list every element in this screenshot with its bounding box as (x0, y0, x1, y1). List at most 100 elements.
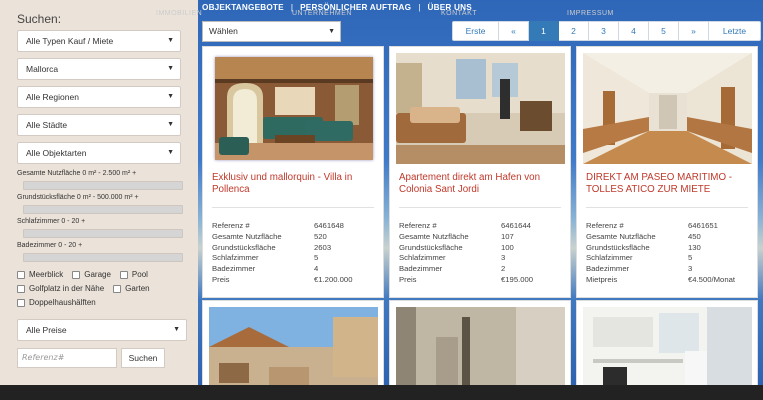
city-select-value: Alle Städte (26, 120, 68, 130)
page-4[interactable]: 4 (619, 21, 649, 41)
page-3[interactable]: 3 (589, 21, 619, 41)
listing-card[interactable]: Apartement direkt am Hafen von Colonia S… (389, 46, 571, 298)
fact-label: Grundstücksfläche (212, 242, 276, 252)
object-type-select[interactable]: Alle Objektarten ▼ (17, 142, 181, 164)
fact-label: Badezimmer (586, 264, 630, 274)
page-2[interactable]: 2 (559, 21, 589, 41)
type-select-value: Alle Typen Kauf / Miete (26, 36, 114, 46)
listing-title[interactable]: Exklusiv und mallorquin - Villa in Polle… (212, 172, 382, 196)
listing-photo[interactable] (396, 53, 565, 164)
fact-label: Grundstücksfläche (586, 242, 650, 252)
fact-value: 3 (501, 253, 506, 263)
plot-range-label: Grundstücksfläche 0 m² - 500.000 m² + (17, 194, 139, 201)
plot-range-slider[interactable] (23, 205, 183, 214)
fact-value: €195.000 (501, 274, 534, 284)
price-select[interactable]: Alle Preise ▼ (17, 319, 187, 341)
garage-label: Garage (84, 270, 111, 279)
doppelhaus-checkbox[interactable]: Doppelhaushälften (17, 298, 96, 307)
nav-separator: | (418, 3, 421, 12)
fact-label: Badezimmer (212, 264, 256, 274)
bedrooms-range-slider[interactable] (23, 229, 183, 238)
fact-value: 130 (688, 242, 701, 252)
fact-value: 107 (501, 231, 514, 241)
fact-value: €1.200.000 (314, 274, 353, 284)
reference-input[interactable]: Referenz# (17, 348, 117, 368)
fact-label: Gesamte Nutzfläche (399, 231, 469, 241)
checkbox-icon (119, 270, 128, 279)
fact-value: 5 (314, 253, 319, 263)
garten-checkbox[interactable]: Garten (113, 284, 150, 293)
fact-value: 520 (314, 231, 327, 241)
search-button[interactable]: Suchen (121, 348, 165, 368)
island-select-value: Mallorca (26, 64, 59, 74)
page-first[interactable]: Erste (452, 21, 499, 41)
footer-link-immobilien[interactable]: IMMOBILIEN (156, 10, 202, 17)
caret-down-icon: ▼ (167, 121, 174, 128)
fact-label: Schlafzimmer (212, 253, 259, 263)
footer-link-kontakt[interactable]: KONTAKT (441, 10, 477, 17)
caret-down-icon: ▼ (167, 37, 174, 44)
fact-value: 4 (314, 264, 319, 274)
fact-value: 3 (688, 264, 693, 274)
fact-value: 100 (501, 242, 514, 252)
listing-title[interactable]: DIREKT AM PASEO MARITIMO - TOLLES ATICO … (586, 172, 756, 196)
fact-value: 2 (501, 264, 506, 274)
area-range-label: Gesamte Nutzfläche 0 m² - 2.500 m² + (17, 170, 137, 177)
garage-checkbox[interactable]: Garage (72, 270, 111, 279)
fact-label: Mietpreis (586, 274, 618, 284)
bathrooms-range-slider[interactable] (23, 253, 183, 262)
divider (212, 207, 374, 208)
caret-down-icon: ▼ (173, 326, 180, 333)
city-select[interactable]: Alle Städte ▼ (17, 114, 181, 136)
page-last[interactable]: Letzte (709, 21, 761, 41)
page-next[interactable]: » (679, 21, 709, 41)
pool-checkbox[interactable]: Pool (119, 270, 148, 279)
page-5[interactable]: 5 (649, 21, 679, 41)
checkbox-icon (72, 270, 81, 279)
page-prev[interactable]: « (499, 21, 529, 41)
golf-label: Golfplatz in der Nähe (29, 284, 105, 293)
listing-grid: Exklusiv und mallorquin - Villa in Polle… (200, 44, 759, 400)
divider (399, 207, 561, 208)
fact-label: Schlafzimmer (586, 253, 633, 263)
caret-down-icon: ▼ (167, 149, 174, 156)
fact-label: Referenz # (399, 221, 437, 230)
fact-label: Badezimmer (399, 264, 443, 274)
fact-value: 6461648 (314, 221, 344, 230)
garten-label: Garten (125, 284, 150, 293)
fact-label: Preis (399, 274, 417, 284)
bathrooms-range-label: Badezimmer 0 - 20 + (17, 242, 83, 249)
fact-label: Referenz # (212, 221, 250, 230)
listing-title[interactable]: Apartement direkt am Hafen von Colonia S… (399, 172, 569, 196)
fact-label: Preis (212, 274, 230, 284)
checkbox-icon (17, 284, 25, 293)
caret-down-icon: ▼ (167, 93, 174, 100)
footer-link-impressum[interactable]: IMPRESSUM (567, 10, 614, 17)
fact-label: Gesamte Nutzfläche (212, 231, 282, 241)
listing-card[interactable]: Exklusiv und mallorquin - Villa in Polle… (202, 46, 384, 298)
listing-photo[interactable] (215, 57, 373, 160)
region-select-value: Alle Regionen (26, 92, 79, 102)
listing-photo[interactable] (583, 53, 752, 164)
doppelhaus-label: Doppelhaushälften (29, 298, 96, 307)
golf-checkbox[interactable]: Golfplatz in der Nähe (17, 284, 104, 293)
checkbox-icon (17, 298, 25, 307)
fact-label: Referenz # (586, 221, 624, 230)
footer (0, 385, 763, 400)
meerblick-label: Meerblick (29, 270, 64, 279)
island-select[interactable]: Mallorca ▼ (17, 58, 181, 80)
sort-select[interactable]: Wählen ▼ (202, 21, 341, 42)
listing-card[interactable]: DIREKT AM PASEO MARITIMO - TOLLES ATICO … (576, 46, 758, 298)
nav-objektangebote[interactable]: OBJEKTANGEBOTE (202, 3, 284, 12)
region-select[interactable]: Alle Regionen ▼ (17, 86, 181, 108)
fact-value: 2603 (314, 242, 332, 252)
type-select[interactable]: Alle Typen Kauf / Miete ▼ (17, 30, 181, 52)
meerblick-checkbox[interactable]: Meerblick (17, 270, 63, 279)
fact-label: Schlafzimmer (399, 253, 446, 263)
fact-value: 6461644 (501, 221, 531, 230)
caret-down-icon: ▼ (328, 28, 335, 35)
page-1[interactable]: 1 (529, 21, 559, 41)
bedrooms-range-label: Schlafzimmer 0 - 20 + (17, 218, 86, 225)
footer-link-unternehmen[interactable]: UNTERNEHMEN (292, 10, 352, 17)
area-range-slider[interactable] (23, 181, 183, 190)
